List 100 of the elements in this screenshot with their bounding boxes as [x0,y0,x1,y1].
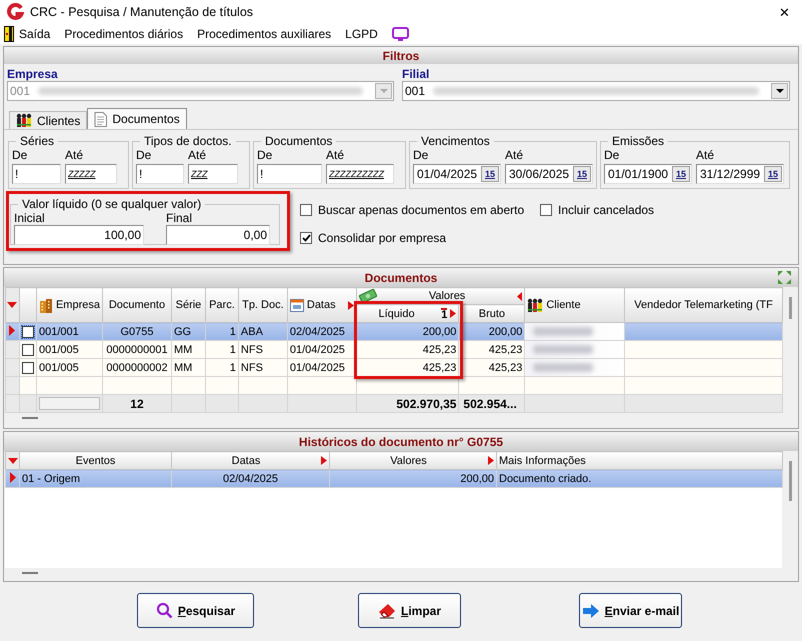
sort-arrow-icon[interactable] [488,456,494,465]
column-header[interactable]: Datas [306,299,336,311]
table-cell: 02/04/2025 [222,472,278,484]
document-icon [94,112,108,126]
people-icon [16,113,32,128]
date-field[interactable]: 01/01/1900 15 [604,164,692,184]
menu-item[interactable]: Procedimentos diários [64,27,184,41]
table-cell: 1 [230,344,236,356]
menu-item[interactable]: LGPD [345,27,378,41]
text-field[interactable]: ZZZ [188,164,238,184]
checkbox[interactable] [540,204,552,216]
send-email-button[interactable]: Enviar e-mail [579,593,682,628]
field-label: Filial [402,67,430,81]
menu-item[interactable]: Procedimentos auxiliares [197,27,332,41]
checkbox[interactable] [22,326,34,338]
search-icon [156,602,173,619]
checkbox[interactable] [300,204,312,216]
field-label: Até [505,148,524,164]
tab[interactable]: Clientes [9,111,88,129]
table-cell: 01/04/2025 [290,344,345,356]
monitor-icon[interactable] [392,26,409,42]
table-cell: 01 - Origem [22,472,80,484]
tab[interactable]: Documentos [87,108,187,129]
sort-arrow-icon[interactable] [321,456,327,465]
current-row-icon [10,472,16,482]
table-cell: 001/005 [38,362,79,374]
table-cell: 425,23 [422,344,456,356]
column-header[interactable]: Líquido [358,308,434,320]
column-menu-arrow-icon[interactable] [8,458,18,464]
table-row[interactable]: 001/005 0000000001 MM 1 NFS 01/04/2025 425,23 425,23 [6,340,783,358]
calendar-button[interactable]: 15 [573,166,591,182]
checkbox[interactable] [22,362,34,374]
table-row[interactable]: 01 - Origem 02/04/2025 200,00 Documento criado. [6,470,782,488]
table-cell: NFS [240,362,263,374]
total-value: 502.954... [463,396,517,410]
group-title: Séries [19,134,56,148]
text-field[interactable]: ! [12,164,61,184]
column-header[interactable]: Cliente [546,299,581,311]
table-cell: 200,00 [488,326,522,338]
arrow-icon [582,602,600,618]
window-title: CRC - Pesquisa / Manutenção de títulos [30,5,254,19]
field-label: De [413,148,430,164]
app-logo-icon [6,3,24,21]
building-icon [38,298,53,312]
field-label: De [257,148,274,164]
text-field[interactable]: 0,00 [166,225,270,245]
text-field[interactable]: 100,00 [14,225,144,245]
table-cell: 1 [230,362,236,374]
text-field[interactable]: ZZZZZZZZZZ [326,164,394,184]
text-field[interactable]: ! [257,164,322,184]
checkbox[interactable] [22,344,34,356]
group-title: Valor líquido (0 se qualquer valor) [21,197,202,211]
field-label: Empresa [7,67,59,81]
table-cell: 0000000001 [106,344,168,356]
sort-arrow-icon[interactable] [450,309,456,318]
date-field[interactable]: 01/04/2025 15 [413,164,501,184]
collapse-arrow-icon[interactable] [517,292,522,300]
text-field[interactable]: ! [136,164,184,184]
exit-menu[interactable]: Saída [4,26,50,42]
option-label: Consolidar por empresa [318,231,446,245]
panel-title: Documentos [364,270,438,284]
column-menu-arrow-icon[interactable] [7,302,18,308]
table-row[interactable]: 001/001 G0755 GG 1 ABA 02/04/2025 200,00 200,00 [6,322,783,340]
option-label: Buscar apenas documentos em aberto [318,203,524,217]
calendar-button[interactable]: 15 [672,166,690,182]
table-cell: MM [174,362,192,374]
date-field[interactable]: 31/12/2999 15 [696,164,784,184]
panel-title: Históricos do documento nr° G0755 [298,434,504,448]
table-cell: 425,23 [422,362,456,374]
close-button[interactable]: ✕ [773,4,796,20]
sort-arrow-icon[interactable] [348,300,354,310]
date-field[interactable]: 30/06/2025 15 [505,164,593,184]
dropdown-arrow-icon[interactable] [776,89,784,93]
group-title: Tipos de doctos. [143,134,233,148]
field-label: De [604,148,620,164]
field-label: Até [696,148,716,164]
table-cell: 001/005 [38,344,79,356]
field-label: De [12,148,28,164]
table-cell: 1 [230,326,236,338]
calendar-button[interactable]: 15 [481,166,499,182]
table-cell: 001/001 [38,326,79,338]
field-label: Até [188,148,208,164]
search-button[interactable]: Pesquisar [137,593,254,628]
table-cell: 01/04/2025 [290,362,345,374]
field-label: Até [326,148,346,164]
panel-title: Filtros [382,48,420,62]
text-field[interactable]: ZZZZZ [65,164,117,184]
checkbox[interactable] [300,232,312,244]
expand-icon[interactable] [777,270,792,285]
table-row[interactable]: 001/005 0000000002 MM 1 NFS 01/04/2025 425,23 425,23 [6,358,783,376]
dropdown[interactable]: 001 [402,81,790,101]
current-row-icon [9,324,16,336]
group-title: Documentos [264,134,334,148]
table-cell: 425,23 [488,362,522,374]
calendar-button[interactable]: 15 [764,166,782,182]
summary-field [38,397,100,410]
group-title: Vencimentos [420,134,491,148]
clear-button[interactable]: Limpar [358,593,461,628]
table-cell: GG [174,326,192,338]
field-label: Até [65,148,84,164]
